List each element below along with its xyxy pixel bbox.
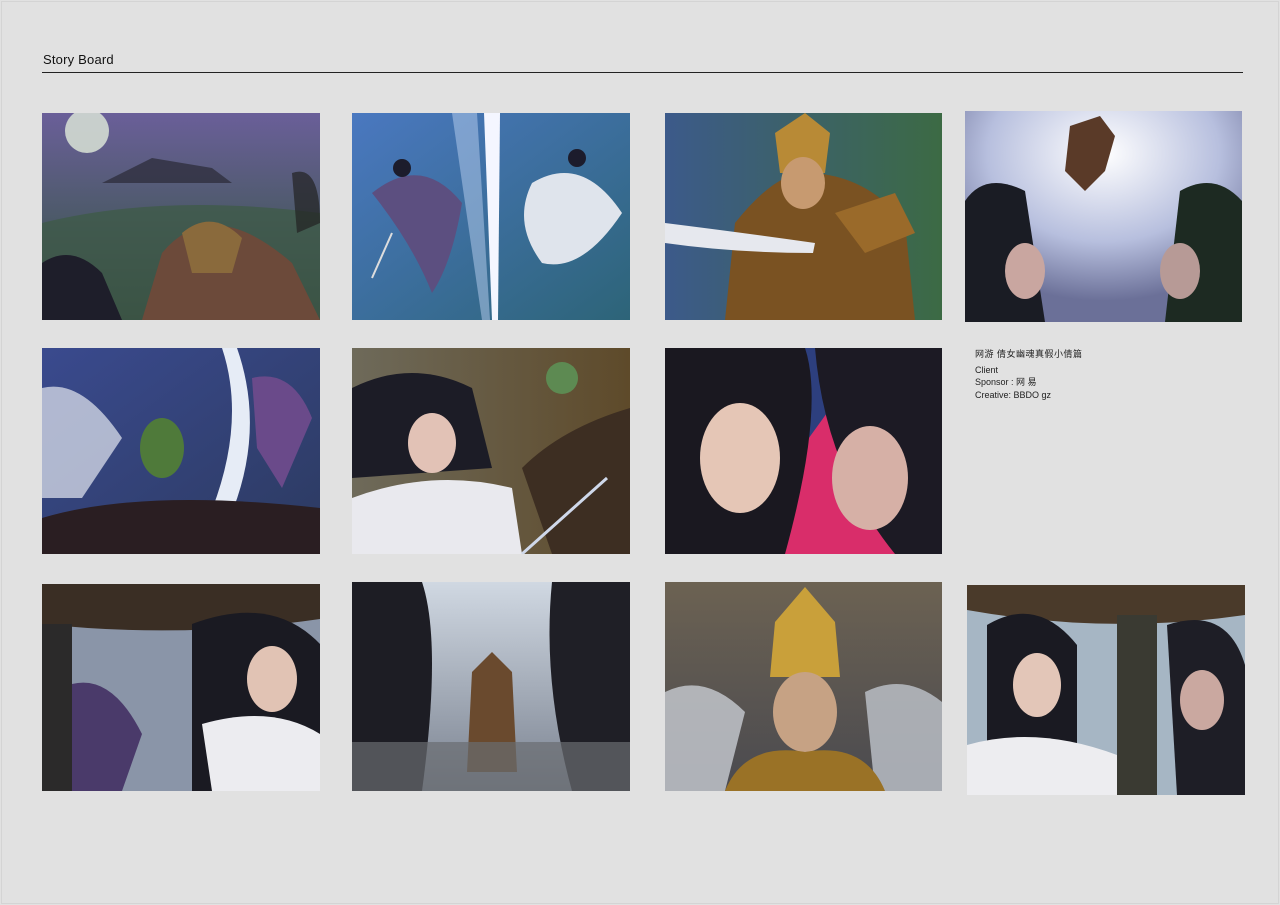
project-info: 网游 倩女幽魂真假小倩篇 Client Sponsor : 网 易 Creati… (975, 348, 1083, 401)
storyboard-panel-11 (967, 585, 1245, 795)
storyboard-panel-9 (352, 582, 630, 791)
heroines-facing-sketch (967, 585, 1245, 795)
sponsor-label: Sponsor : 网 易 (975, 377, 1037, 387)
title-divider (42, 72, 1243, 73)
storyboard-panel-6 (352, 348, 630, 554)
sword-clash-sketch (42, 348, 320, 554)
storyboard-panel-5 (42, 348, 320, 554)
warrior-approaching-sketch (352, 582, 630, 791)
creative-label: Creative: BBDO gz (975, 389, 1052, 400)
storyboard-panel-4 (965, 111, 1242, 322)
heroine-under-eaves-sketch (42, 584, 320, 791)
heroine-reaching-sketch (352, 348, 630, 554)
storyboard-panel-2 (352, 113, 630, 320)
golden-helmet-warrior-sketch (665, 582, 942, 791)
storyboard-panel-8 (42, 584, 320, 791)
moonlit-temple-battle-sketch (42, 113, 320, 320)
page-title: Story Board (43, 52, 114, 67)
storyboard-panel-10 (665, 582, 942, 791)
two-heroines-closeup-sketch (665, 348, 942, 554)
leaping-warrior-sketch (965, 111, 1242, 322)
storyboard-panel-3 (665, 113, 942, 320)
storyboard-panel-1 (42, 113, 320, 320)
armored-warrior-sketch (665, 113, 942, 320)
project-name: 网游 倩女幽魂真假小倩篇 (975, 349, 1083, 359)
client-label: Client (975, 364, 999, 375)
storyboard-panel-7 (665, 348, 942, 554)
flying-swordswomen-sketch (352, 113, 630, 320)
